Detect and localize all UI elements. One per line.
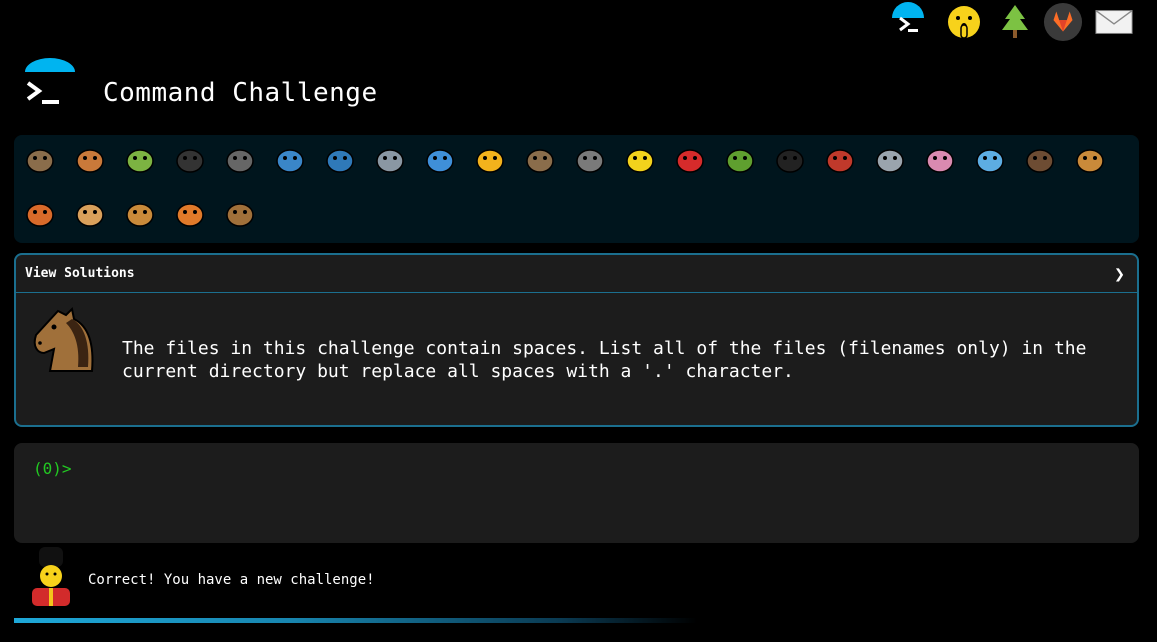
ladybug-icon[interactable]: [672, 142, 708, 178]
view-solutions-header[interactable]: View Solutions ❯: [16, 255, 1137, 293]
dog-icon[interactable]: [1072, 142, 1108, 178]
mail-icon[interactable]: [1094, 2, 1134, 42]
spider-web-icon[interactable]: [222, 142, 258, 178]
tree-icon[interactable]: [995, 2, 1035, 42]
butterfly-icon[interactable]: [72, 142, 108, 178]
microbe-icon[interactable]: [972, 142, 1008, 178]
horse-icon: [28, 305, 100, 379]
fly-icon[interactable]: [872, 142, 908, 178]
worm-icon[interactable]: [922, 142, 958, 178]
app-logo-icon: [22, 58, 78, 114]
shushing-face-icon[interactable]: [944, 2, 984, 42]
dolphin-icon[interactable]: [322, 142, 358, 178]
snail-icon[interactable]: [22, 142, 58, 178]
terminal-prompt: (0)>: [33, 459, 72, 478]
blowfish-icon[interactable]: [522, 142, 558, 178]
bee-icon[interactable]: [622, 142, 658, 178]
caterpillar-icon[interactable]: [122, 142, 158, 178]
gitlab-icon[interactable]: [1043, 2, 1083, 42]
page-title: Command Challenge: [103, 78, 378, 108]
fox-icon[interactable]: [22, 196, 58, 232]
wolf-icon[interactable]: [572, 142, 608, 178]
progress-bar: [14, 618, 697, 623]
challenge-panel: View Solutions ❯ The files in this chall…: [14, 253, 1139, 427]
terminal-icon[interactable]: [888, 2, 928, 42]
status-message: Correct! You have a new challenge!: [88, 572, 375, 588]
terminal[interactable]: (0)>: [14, 443, 1139, 543]
tiger-icon[interactable]: [172, 196, 208, 232]
monkey-icon[interactable]: [1022, 142, 1058, 178]
ant-icon[interactable]: [172, 142, 208, 178]
spider-icon[interactable]: [772, 142, 808, 178]
challenge-description: The files in this challenge contain spac…: [122, 338, 1087, 382]
view-solutions-label[interactable]: View Solutions: [25, 266, 135, 281]
chevron-right-icon[interactable]: ❯: [1114, 264, 1125, 285]
cat-icon[interactable]: [72, 196, 108, 232]
whale-icon[interactable]: [272, 142, 308, 178]
scorpion-icon[interactable]: [822, 142, 858, 178]
cricket-icon[interactable]: [722, 142, 758, 178]
guard-icon: [28, 545, 74, 611]
shark-icon[interactable]: [372, 142, 408, 178]
challenge-icon-strip: [14, 135, 1139, 243]
lion-icon[interactable]: [122, 196, 158, 232]
horse-icon[interactable]: [222, 196, 258, 232]
tropical-fish-icon[interactable]: [472, 142, 508, 178]
fish-icon[interactable]: [422, 142, 458, 178]
